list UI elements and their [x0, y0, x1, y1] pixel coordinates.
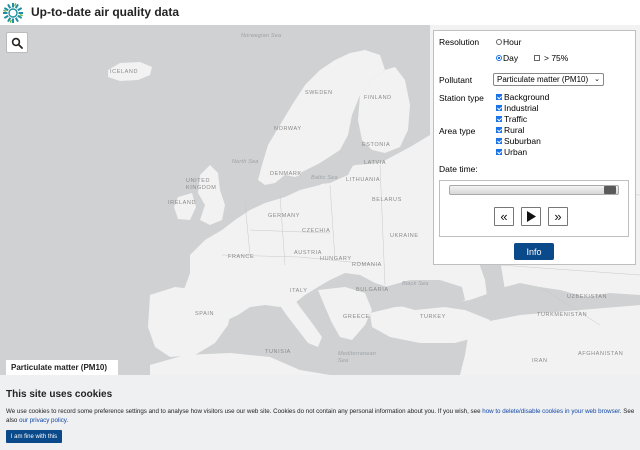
label-iceland: ICELAND [110, 69, 139, 75]
over75-checkbox-option[interactable]: > 75% [534, 53, 568, 63]
station-traffic-label[interactable]: Traffic [504, 114, 527, 124]
accept-cookies-button[interactable]: I am fine with this [6, 430, 62, 443]
label-italy: ITALY [290, 288, 308, 294]
label-sweden: SWEDEN [305, 90, 333, 96]
label-france: FRANCE [228, 254, 255, 260]
page-header: Up-to-date air quality data [0, 0, 640, 25]
hour-radio-option[interactable]: Hour [496, 37, 521, 47]
label-germany: GERMANY [268, 213, 301, 219]
label-afghanistan: AFGHANISTAN [578, 351, 624, 357]
cookie-title: This site uses cookies [6, 389, 113, 400]
cookie-disable-link[interactable]: how to delete/disable cookies in your we… [482, 408, 620, 415]
area-urban-checkbox[interactable] [496, 149, 502, 155]
area-suburban-label[interactable]: Suburban [504, 136, 541, 146]
label-north-sea: North Sea [232, 159, 259, 165]
label-turkey: TURKEY [420, 314, 446, 320]
station-industrial-label[interactable]: Industrial [504, 103, 539, 113]
label-ukraine: UKRAINE [390, 233, 419, 239]
chevron-down-icon: ⌄ [594, 76, 600, 83]
play-button[interactable] [521, 207, 541, 226]
area-suburban-option[interactable]: Suburban [496, 136, 541, 146]
label-hungary: HUNGARY [320, 256, 352, 262]
privacy-policy-link[interactable]: our privacy policy [19, 417, 66, 424]
area-rural-checkbox[interactable] [496, 127, 502, 133]
day-radio-option[interactable]: Day [496, 53, 518, 63]
day-radio-label[interactable]: Day [503, 53, 518, 63]
area-rural-label[interactable]: Rural [504, 125, 524, 135]
land-iberia [148, 287, 232, 357]
time-slider-handle[interactable] [604, 186, 616, 194]
pollutant-label: Pollutant [439, 75, 473, 85]
cookie-text-intro: We use cookies to record some preference… [6, 408, 483, 415]
station-traffic-checkbox[interactable] [496, 116, 502, 122]
hour-radio[interactable] [496, 39, 502, 45]
station-traffic-option[interactable]: Traffic [496, 114, 527, 124]
info-button[interactable]: Info [514, 243, 554, 260]
eea-logo-icon[interactable] [2, 2, 24, 24]
label-lithuania: LITHUANIA [346, 177, 381, 183]
label-czechia: CZECHIA [302, 228, 331, 234]
label-united-kingdom: UNITED KINGDOM [186, 178, 224, 192]
land-ireland [174, 193, 196, 220]
label-iran: IRAN [532, 358, 548, 364]
area-suburban-checkbox[interactable] [496, 138, 502, 144]
day-radio[interactable] [496, 55, 502, 61]
label-denmark: DENMARK [270, 171, 302, 177]
next-button[interactable]: » [548, 207, 568, 226]
time-slider[interactable] [449, 185, 619, 195]
station-industrial-option[interactable]: Industrial [496, 103, 539, 113]
label-bulgaria: BULGARIA [356, 287, 389, 293]
over75-checkbox[interactable] [534, 55, 540, 61]
label-spain: SPAIN [195, 311, 215, 317]
station-background-option[interactable]: Background [496, 92, 549, 102]
area-type-label: Area type [439, 126, 476, 136]
site-title[interactable]: Up-to-date air quality data [31, 5, 179, 19]
label-united-kingdom-text: UNITED KINGDOM [186, 178, 217, 191]
pollutant-select[interactable]: Particulate matter (PM10) ⌄ [493, 73, 604, 86]
over75-label[interactable]: > 75% [544, 53, 568, 63]
label-tunisia: TUNISIA [265, 349, 291, 355]
label-finland: FINLAND [364, 95, 392, 101]
label-norwegian-sea: Norwegian Sea [241, 33, 282, 39]
datetime-label: Date time: [439, 164, 478, 174]
previous-button[interactable]: « [494, 207, 514, 226]
label-romania: ROMANIA [352, 262, 382, 268]
label-austria: AUSTRIA [294, 250, 323, 256]
play-icon [527, 211, 536, 222]
label-norway: NORWAY [274, 126, 302, 132]
station-industrial-checkbox[interactable] [496, 105, 502, 111]
label-mediterranean: Mediterranean Sea [338, 351, 378, 365]
cookie-text-end: . [66, 417, 69, 424]
station-background-label[interactable]: Background [504, 92, 549, 102]
resolution-label: Resolution [439, 37, 480, 47]
area-rural-option[interactable]: Rural [496, 125, 524, 135]
area-urban-label[interactable]: Urban [504, 147, 527, 157]
label-ireland: IRELAND [168, 200, 197, 206]
station-type-label: Station type [439, 93, 484, 103]
label-black-sea: Black Sea [402, 281, 429, 287]
map-search-button[interactable] [6, 32, 28, 53]
label-greece: GREECE [343, 314, 370, 320]
label-turkmenistan: TURKMENISTAN [537, 312, 588, 318]
label-latvia: LATVIA [364, 160, 387, 166]
label-mediterranean-text: Mediterranean Sea [338, 351, 377, 364]
search-icon [11, 37, 23, 49]
cookie-text: We use cookies to record some preference… [6, 407, 636, 425]
land-britain [198, 165, 225, 225]
label-estonia: ESTONIA [362, 142, 391, 148]
map-layer-label: Particulate matter (PM10) [6, 360, 118, 375]
station-background-checkbox[interactable] [496, 94, 502, 100]
label-uzbekistan: UZBEKISTAN [567, 294, 608, 300]
pollutant-select-value: Particulate matter (PM10) [497, 75, 589, 84]
area-urban-option[interactable]: Urban [496, 147, 527, 157]
label-baltic-sea: Baltic Sea [311, 175, 338, 181]
hour-radio-label[interactable]: Hour [503, 37, 521, 47]
label-belarus: BELARUS [372, 197, 402, 203]
